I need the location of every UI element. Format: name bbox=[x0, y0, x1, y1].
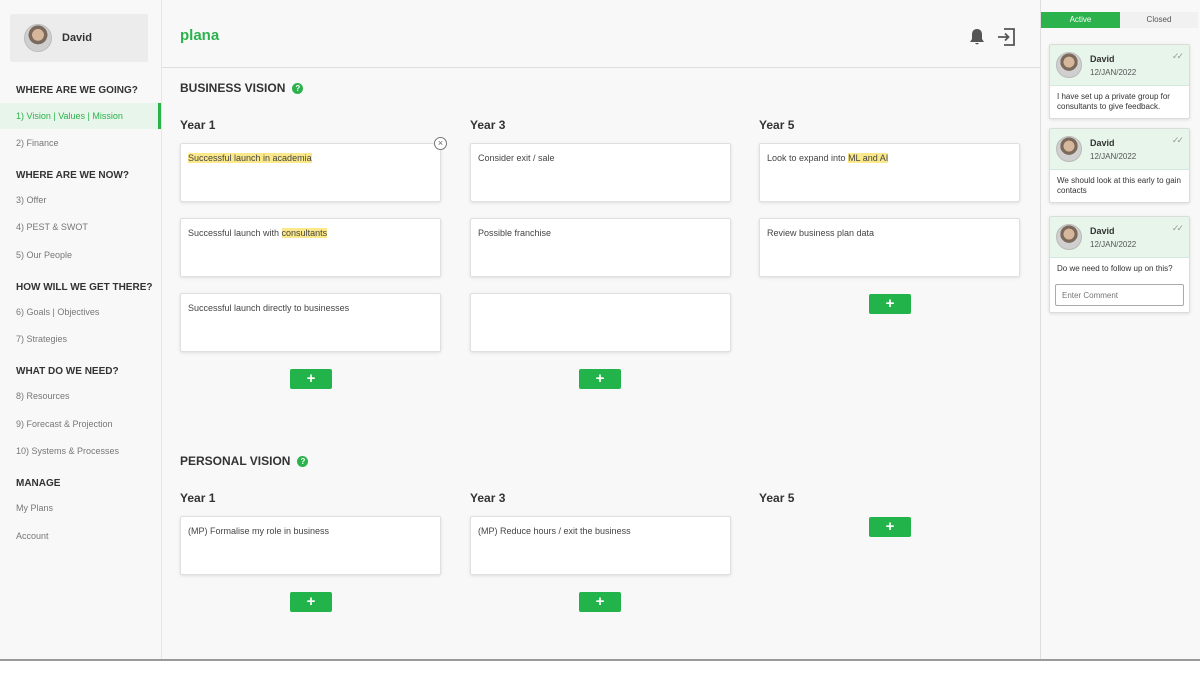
vision-card-empty[interactable] bbox=[470, 293, 731, 352]
double-check-icon: ✓✓ bbox=[1171, 135, 1184, 145]
card-text: (MP) Reduce hours / exit the business bbox=[478, 526, 631, 536]
tab-active[interactable]: Active bbox=[1041, 12, 1120, 28]
card-text: (MP) Formalise my role in business bbox=[188, 526, 330, 536]
sidebar-item-forecast[interactable]: 9) Forecast & Projection bbox=[0, 411, 161, 437]
add-card-button[interactable]: + bbox=[869, 517, 911, 537]
comment-header: David 12/JAN/2022 ✓✓ bbox=[1050, 45, 1189, 86]
sidebar-item-resources[interactable]: 8) Resources bbox=[0, 383, 161, 409]
sidebar-item-our-people[interactable]: 5) Our People bbox=[0, 242, 161, 268]
card-text: Successful launch directly to businesses bbox=[188, 303, 350, 313]
vision-card[interactable]: Successful launch directly to businesses bbox=[180, 293, 441, 352]
sidebar-item-systems[interactable]: 10) Systems & Processes bbox=[0, 438, 161, 464]
comment-card[interactable]: David 12/JAN/2022 ✓✓ I have set up a pri… bbox=[1049, 44, 1190, 119]
personal-vision-title: PERSONAL VISION ? bbox=[180, 454, 309, 468]
comment-text: Do we need to follow up on this? bbox=[1057, 264, 1173, 273]
card-text: Possible franchise bbox=[478, 228, 552, 238]
comment-text: We should look at this early to gain con… bbox=[1057, 176, 1181, 195]
comment-date: 12/JAN/2022 bbox=[1090, 68, 1137, 77]
business-vision-label: BUSINESS VISION bbox=[180, 81, 286, 95]
business-vision-title: BUSINESS VISION ? bbox=[180, 81, 304, 95]
sidebar-item-strategies[interactable]: 7) Strategies bbox=[0, 326, 161, 352]
comment-card[interactable]: David 12/JAN/2022 ✓✓ Do we need to follo… bbox=[1049, 216, 1190, 313]
bv-year-5-heading: Year 5 bbox=[759, 118, 795, 132]
card-highlight: ML and AI bbox=[848, 153, 889, 163]
brand-logo[interactable]: plana bbox=[180, 27, 219, 44]
add-card-button[interactable]: + bbox=[869, 294, 911, 314]
vision-card[interactable]: (MP) Reduce hours / exit the business bbox=[470, 516, 731, 575]
card-text: Successful launch with bbox=[188, 228, 282, 238]
vision-card[interactable]: Possible franchise bbox=[470, 218, 731, 277]
sidebar-item-pest-swot[interactable]: 4) PEST & SWOT bbox=[0, 214, 161, 240]
sidebar-item-finance[interactable]: 2) Finance bbox=[0, 130, 161, 156]
personal-vision-label: PERSONAL VISION bbox=[180, 454, 291, 468]
comment-author: David bbox=[1090, 54, 1115, 64]
comment-header: David 12/JAN/2022 ✓✓ bbox=[1050, 129, 1189, 170]
bv-year-1-heading: Year 1 bbox=[180, 118, 216, 132]
nav-section-now: WHERE ARE WE NOW? bbox=[16, 170, 129, 181]
user-profile[interactable]: David bbox=[10, 14, 148, 62]
tab-closed[interactable]: Closed bbox=[1120, 12, 1198, 28]
avatar bbox=[1056, 52, 1082, 78]
card-highlight: consultants bbox=[281, 228, 328, 238]
vision-card[interactable]: Successful launch with consultants bbox=[180, 218, 441, 277]
comment-author: David bbox=[1090, 138, 1115, 148]
sidebar-item-my-plans[interactable]: My Plans bbox=[0, 495, 161, 521]
nav-section-get-there: HOW WILL WE GET THERE? bbox=[16, 282, 153, 293]
main-content: plana BUSINESS VISION ? Year 1 Year 3 Ye… bbox=[162, 0, 1040, 659]
card-text: Consider exit / sale bbox=[478, 153, 555, 163]
vision-card[interactable]: (MP) Formalise my role in business bbox=[180, 516, 441, 575]
sidebar-item-goals[interactable]: 6) Goals | Objectives bbox=[0, 299, 161, 325]
sidebar-item-account[interactable]: Account bbox=[0, 523, 161, 549]
add-card-button[interactable]: + bbox=[579, 369, 621, 389]
avatar bbox=[1056, 224, 1082, 250]
avatar bbox=[24, 24, 52, 52]
top-bar: plana bbox=[162, 0, 1040, 68]
comment-header: David 12/JAN/2022 ✓✓ bbox=[1050, 217, 1189, 258]
card-text: Look to expand into bbox=[767, 153, 849, 163]
sidebar: David WHERE ARE WE GOING? 1) Vision | Va… bbox=[0, 0, 162, 659]
help-icon[interactable]: ? bbox=[292, 82, 304, 94]
double-check-icon: ✓✓ bbox=[1171, 51, 1184, 61]
comment-date: 12/JAN/2022 bbox=[1090, 152, 1137, 161]
nav-section-manage: MANAGE bbox=[16, 478, 61, 489]
help-icon[interactable]: ? bbox=[297, 455, 309, 467]
comment-author: David bbox=[1090, 226, 1115, 236]
bv-year-3-heading: Year 3 bbox=[470, 118, 506, 132]
comment-text: I have set up a private group for consul… bbox=[1057, 92, 1170, 111]
sidebar-item-offer[interactable]: 3) Offer bbox=[0, 187, 161, 213]
double-check-icon: ✓✓ bbox=[1171, 223, 1184, 233]
pv-year-5-heading: Year 5 bbox=[759, 491, 795, 505]
avatar bbox=[1056, 136, 1082, 162]
add-card-button[interactable]: + bbox=[290, 592, 332, 612]
comments-panel: Active Closed David 12/JAN/2022 ✓✓ I hav… bbox=[1040, 0, 1200, 659]
nav-section-going: WHERE ARE WE GOING? bbox=[16, 85, 138, 96]
vision-card[interactable]: Consider exit / sale bbox=[470, 143, 731, 202]
vision-card[interactable]: Look to expand into ML and AI bbox=[759, 143, 1020, 202]
bell-icon[interactable] bbox=[967, 27, 987, 47]
close-icon[interactable]: × bbox=[434, 137, 447, 150]
add-card-button[interactable]: + bbox=[579, 592, 621, 612]
comment-date: 12/JAN/2022 bbox=[1090, 240, 1137, 249]
logout-icon[interactable] bbox=[995, 26, 1017, 48]
pv-year-1-heading: Year 1 bbox=[180, 491, 216, 505]
sidebar-item-vision[interactable]: 1) Vision | Values | Mission bbox=[0, 103, 161, 129]
card-highlight: Successful launch in academia bbox=[188, 153, 312, 163]
pv-year-3-heading: Year 3 bbox=[470, 491, 506, 505]
card-text: Review business plan data bbox=[767, 228, 875, 238]
comment-card[interactable]: David 12/JAN/2022 ✓✓ We should look at t… bbox=[1049, 128, 1190, 203]
nav-section-need: WHAT DO WE NEED? bbox=[16, 366, 119, 377]
add-card-button[interactable]: + bbox=[290, 369, 332, 389]
comment-input[interactable] bbox=[1055, 284, 1184, 306]
vision-card[interactable]: Successful launch in academia bbox=[180, 143, 441, 202]
app-window: David WHERE ARE WE GOING? 1) Vision | Va… bbox=[0, 0, 1200, 661]
user-name: David bbox=[62, 32, 92, 44]
vision-card[interactable]: Review business plan data bbox=[759, 218, 1020, 277]
